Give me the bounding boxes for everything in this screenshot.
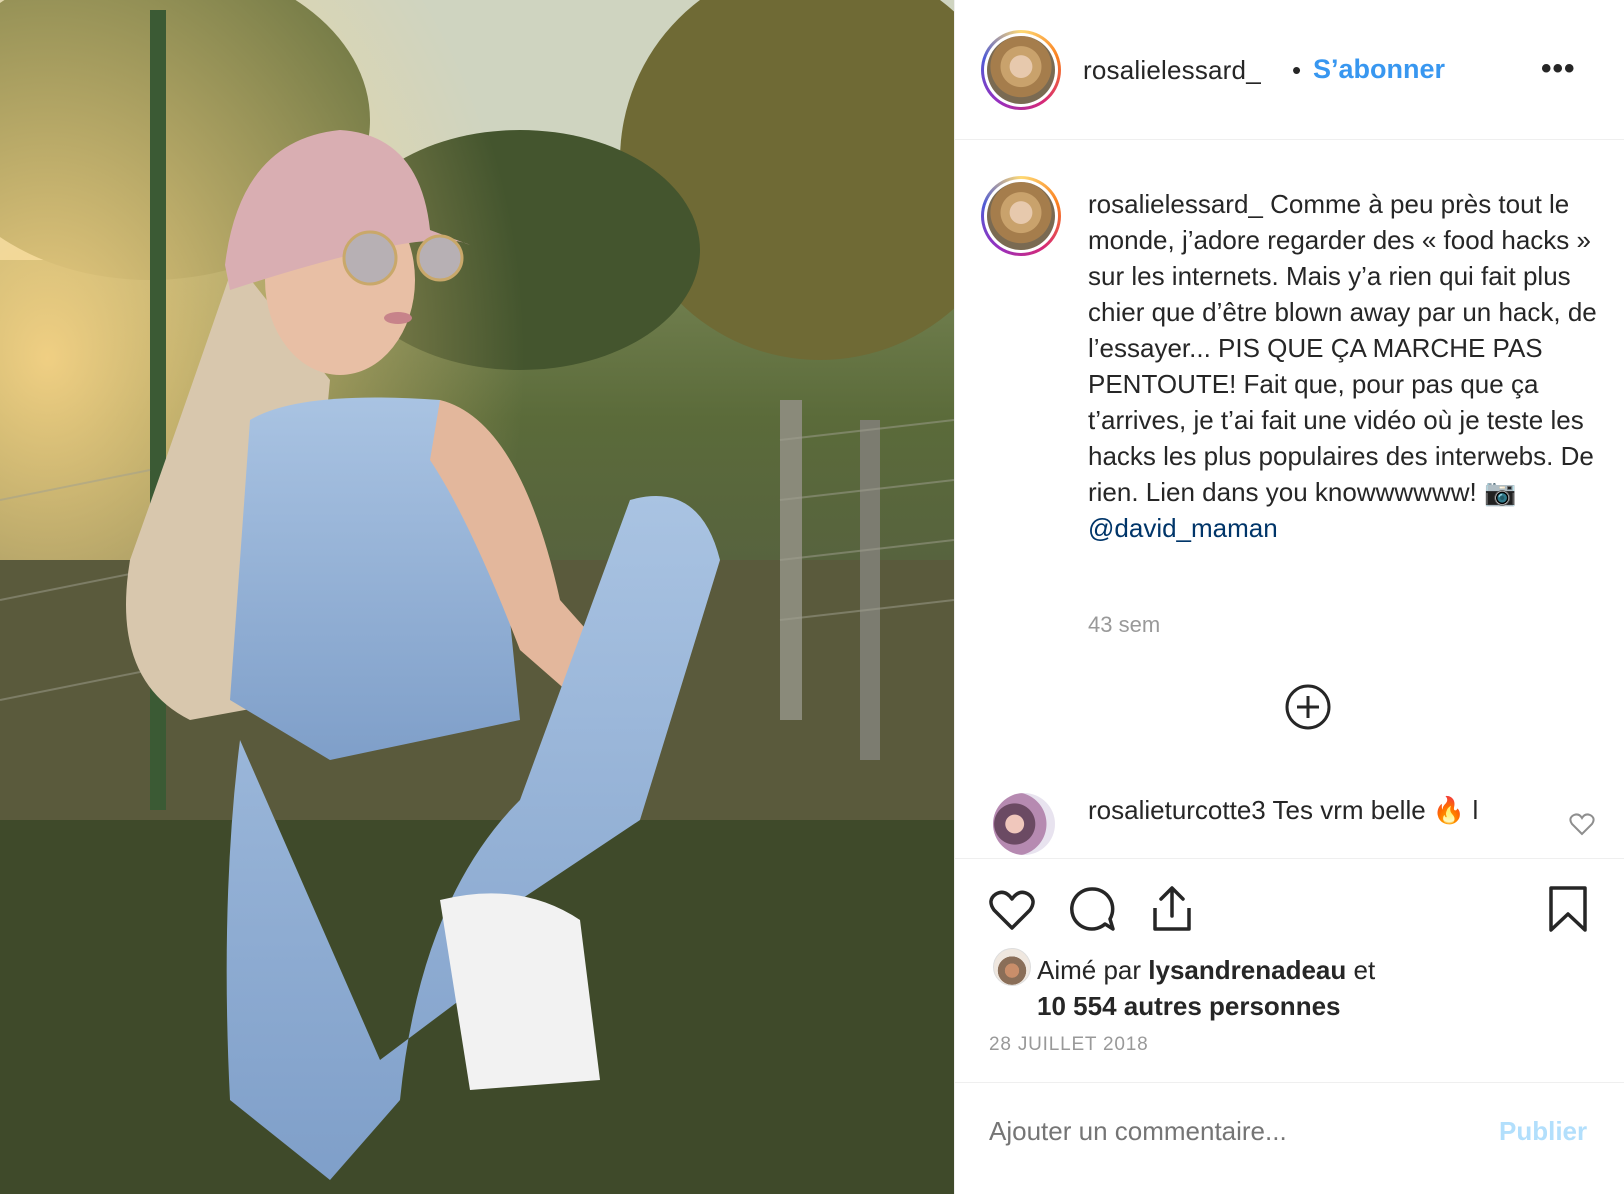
caption-text: Comme à peu près tout le monde, j’adore … [1088, 189, 1597, 507]
post-photo-illustration [0, 0, 954, 1194]
bookmark-icon[interactable] [1543, 884, 1593, 934]
commenter-avatar[interactable] [993, 793, 1055, 855]
comment-text: Tes vrm belle 🔥 l [1272, 795, 1479, 825]
heart-outline-icon[interactable] [987, 884, 1037, 934]
comment-like-heart-icon[interactable] [1569, 812, 1595, 836]
actions-divider [955, 858, 1624, 859]
likes-summary: Aimé par lysandrenadeau et 10 554 autres… [1037, 952, 1375, 1024]
likes-prefix: Aimé par [1037, 955, 1142, 985]
comment-bubble-icon[interactable] [1067, 884, 1117, 934]
liker-avatar[interactable] [993, 948, 1031, 986]
liker-username[interactable]: lysandrenadeau [1148, 955, 1346, 985]
post-photo[interactable] [0, 0, 954, 1194]
publish-button[interactable]: Publier [1499, 1116, 1587, 1147]
separator-dot: • [1292, 55, 1302, 85]
caption-time-ago[interactable]: 43 sem [1088, 612, 1160, 638]
caption-mention-link[interactable]: @david_maman [1088, 510, 1598, 546]
caption-author-username[interactable]: rosalielessard_ [1088, 189, 1263, 219]
comment-item: rosalieturcotte3 Tes vrm belle 🔥 l [1088, 795, 1478, 826]
add-comment-input[interactable] [989, 1116, 1469, 1147]
share-upload-icon[interactable] [1147, 884, 1197, 934]
likes-joiner: et [1353, 955, 1376, 985]
post-header: rosalielessard_ • S’abonner ••• [955, 0, 1624, 140]
commenter-username[interactable]: rosalieturcotte3 [1088, 795, 1266, 825]
author-avatar[interactable] [981, 30, 1061, 110]
more-options-icon[interactable]: ••• [1541, 52, 1576, 86]
follow-button[interactable]: S’abonner [1313, 54, 1445, 85]
post-side-panel: rosalielessard_ • S’abonner ••• rosaliel… [954, 0, 1624, 1194]
author-username[interactable]: rosalielessard_ [1083, 55, 1261, 86]
post-date: 28 JUILLET 2018 [989, 1034, 1149, 1055]
post-caption: rosalielessard_ Comme à peu près tout le… [1088, 186, 1598, 546]
caption-author-avatar[interactable] [981, 176, 1061, 256]
likes-others-link[interactable]: 10 554 autres personnes [1037, 991, 1341, 1021]
composer-divider [955, 1082, 1624, 1083]
plus-circle-icon[interactable] [1284, 683, 1332, 731]
